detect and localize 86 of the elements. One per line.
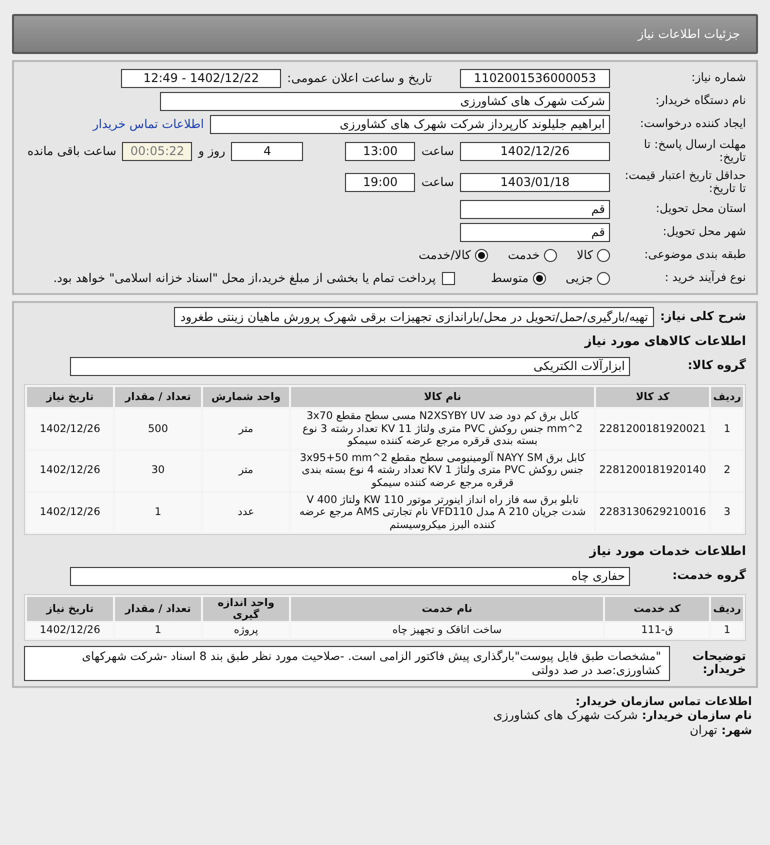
table-cell: 2281200181920140 [596, 450, 710, 491]
field-label: شماره نیاز: [690, 71, 746, 85]
goods-group-field: ابزارآلات الکتریکی [70, 356, 630, 376]
table-cell: 1 [115, 623, 201, 638]
field-label: گروه خدمت: [671, 569, 746, 584]
table-cell: 1 [115, 492, 201, 532]
table-cell: متر [203, 450, 289, 491]
announce-date-field: 1402/12/22 - 12:49 [121, 68, 282, 88]
field-label: گروه کالا: [686, 359, 746, 373]
field-label: مهلت ارسال پاسخ: تا تاریخ: [642, 138, 746, 164]
contact-value: شرکت شهرک های کشاورزی [493, 708, 638, 722]
description-field: تهیه/بارگیری/حمل/تحویل در محل/باراندازی تجهیزات برقی شهرک پرورش ماهیان زینتی طغرود [174, 307, 654, 327]
table-cell: 2 [711, 450, 743, 491]
table-cell: 2283130629210016 [596, 492, 710, 532]
radio-option[interactable]: کالا [576, 248, 610, 262]
column-header: واحد شمارش [203, 387, 289, 407]
column-header: تعداد / مقدار [115, 597, 201, 622]
table-cell: تابلو برق سه فاز راه انداز اینورتر موتور KW 110 ولتاژ V 400 شدت جریان A 210 مدل VFD110 نام تجارتی AMS مرجع عرضه کننده البرز میکروسیستم [291, 492, 594, 532]
field-label: نام دستگاه خریدار: [654, 94, 746, 108]
buyer-notes-field: "مشخصات طبق فایل پیوست"بارگذاری پیش فاکتور الزامی است. -صلاحیت مورد نظر طبق بند 8 اسناد -شرکت شهرکهای کشاورزی:صد در صد دولتی [24, 646, 670, 681]
field-label: طبقه بندی موضوعی: [643, 248, 746, 262]
section-title: اطلاعات کالاهای مورد نیاز [584, 332, 746, 348]
contact-value: تهران [690, 723, 718, 738]
table-cell: 1 [711, 623, 743, 638]
radio-option[interactable]: جزیی [566, 271, 610, 285]
column-header: واحد اندازه گیری [203, 597, 289, 622]
table-cell: 500 [115, 409, 201, 449]
table-cell: متر [203, 409, 289, 449]
column-header: تاریخ نیاز [27, 387, 113, 407]
field-label: ایجاد کننده درخواست: [639, 117, 746, 131]
column-header: تعداد / مقدار [115, 387, 201, 407]
table-cell: کابل برق NAYY SM آلومینیومی سطح مقطع 3x95+50 mm^2 جنس روکش PVC متری ولتاژ KV 1 تعداد رشته 4 نوع بسته بندی قرقره مرجع عرضه کننده سیمکو [291, 450, 594, 491]
contact-label: شهر: [721, 723, 752, 738]
checkbox-label: پرداخت تمام یا بخشی از مبلغ خرید،از محل "اسناد خزانه اسلامی" خواهد بود. [53, 271, 436, 285]
validity-time-field: 19:00 [345, 172, 416, 192]
province-field: قم [460, 200, 610, 218]
field-label: ساعت [421, 144, 454, 158]
section-title: اطلاعات خدمات مورد نیاز [590, 542, 746, 558]
table-cell: 1402/12/26 [27, 492, 113, 532]
field-label: روز و [198, 144, 226, 158]
table-cell: ساخت اتاقک و تجهیز چاه [291, 623, 604, 638]
remaining-time-field: 00:05:22 [122, 142, 192, 160]
requester-field: ابراهیم جلیلوند کارپرداز شرکت شهرک های کشاورزی [210, 114, 610, 134]
buyer-field: شرکت شهرک های کشاورزی [160, 92, 610, 110]
column-header: کد کالا [596, 387, 710, 407]
table-cell: 1402/12/26 [27, 450, 113, 491]
field-label: تاریخ و ساعت اعلان عمومی: [287, 71, 432, 85]
field-label: توضیحات خریدار: [691, 650, 746, 678]
table-cell: کابل برق کم دود ضد N2XSYBY UV مسی سطح مقطع 3x70 mm^2 جنس روکش PVC متری ولتاژ KV 11 تعداد رشته 3 نوع بسته بندی قرقره مرجع عرضه کننده سیمکو [291, 409, 594, 449]
page-title: جزئیات اطلاعات نیاز [638, 27, 740, 41]
table-cell: 1402/12/26 [27, 623, 113, 638]
service-group-field: حفاری چاه [70, 566, 630, 586]
table-cell: ق-111 [605, 623, 710, 638]
radio-option[interactable]: کالا/خدمت [418, 248, 488, 262]
table-cell: عدد [203, 492, 289, 532]
days-field: 4 [231, 142, 304, 160]
contact-label: نام سازمان خریدار: [642, 708, 752, 722]
need-number-field: 1102001536000053 [460, 68, 610, 88]
column-header: ردیف [711, 387, 743, 407]
column-header: کد خدمت [605, 597, 710, 622]
radio-option[interactable]: متوسط [490, 271, 546, 285]
contact-title: اطلاعات تماس سازمان خریدار: [574, 694, 752, 708]
deadline-time-field: 13:00 [345, 142, 416, 160]
column-header: تاریخ نیاز [27, 597, 113, 622]
field-label: ساعت باقی مانده [27, 144, 116, 158]
field-label: ساعت [421, 175, 454, 189]
field-label: نوع فرآیند خرید : [664, 271, 746, 285]
field-label: شهر محل تحویل: [662, 225, 746, 239]
table-cell: 1 [711, 409, 743, 449]
field-label: حداقل تاریخ اعتبار قیمت: تا تاریخ: [624, 168, 746, 196]
validity-date-field: 1403/01/18 [460, 172, 610, 192]
deadline-date-field: 1402/12/26 [460, 142, 610, 160]
field-label: شرح کلی نیاز: [660, 310, 746, 324]
table-cell: 1402/12/26 [27, 409, 113, 449]
column-header: نام خدمت [291, 597, 604, 622]
column-header: نام کالا [291, 387, 594, 407]
city-field: قم [460, 222, 610, 242]
buyer-contact-link[interactable]: اطلاعات تماس خریدار [92, 117, 204, 131]
table-cell: 30 [115, 450, 201, 491]
column-header: ردیف [711, 597, 743, 622]
radio-option[interactable]: خدمت [508, 248, 557, 262]
payment-checkbox[interactable] [442, 272, 455, 284]
table-cell: 2281200181920021 [596, 409, 710, 449]
field-label: استان محل تحویل: [654, 202, 746, 216]
table-cell: 3 [711, 492, 743, 532]
table-cell: پروژه [203, 623, 289, 638]
